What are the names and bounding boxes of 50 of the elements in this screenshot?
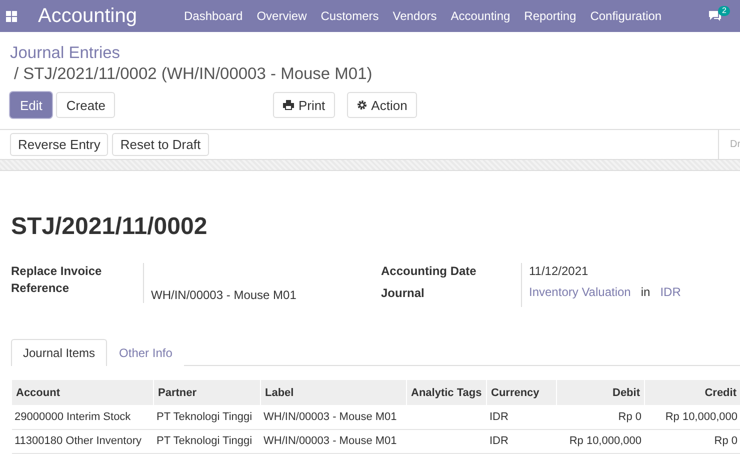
field-label: Accounting Date [381,263,478,280]
printer-icon [283,100,294,110]
column-header[interactable]: Analytic Tags [406,380,486,405]
column-header[interactable]: Credit [644,380,740,405]
table-cell: Rp 0 [556,405,644,429]
column-header[interactable]: Debit [556,380,644,405]
gear-icon [357,100,368,110]
table-cell: PT Teknologi Tinggi [154,405,260,429]
record-breadcrumb: / STJ/2021/11/0002 (WH/IN/00003 - Mouse M01) [14,64,374,85]
edit-button[interactable]: Edit [10,92,52,118]
column-header[interactable]: Partner [154,380,260,405]
menu-item[interactable]: Overview [256,9,307,23]
menu-item[interactable]: Vendors [392,9,437,23]
menu-item[interactable]: Customers [320,9,379,23]
currency-link[interactable]: IDR [660,285,681,299]
table-cell: IDR [486,429,556,453]
table-cell: 11300180 Other Inventory [12,429,154,453]
table-cell: WH/IN/00003 - Mouse M01 [260,405,406,429]
field-value: 11/12/2021 [529,263,590,280]
print-button[interactable]: Print [273,92,336,118]
menu-item[interactable]: Configuration [590,9,662,23]
field-label: Journal [381,285,426,302]
record-title: STJ/2021/11/0002 [11,212,208,242]
app-name: Accounting [38,4,138,28]
status-action-button[interactable]: Reverse Entry [10,133,108,156]
status-action-button[interactable]: Reset to Draft [112,133,209,156]
table-cell: IDR [486,405,556,429]
table-cell: Rp 10,000,000 [556,429,644,453]
action-button[interactable]: Action [347,92,418,118]
field-text: in [640,285,650,299]
create-button[interactable]: Create [56,92,116,118]
field-label: Replace Invoice Reference [11,263,103,297]
menu-item[interactable]: Reporting [524,9,576,23]
chat-icon[interactable] [708,10,722,22]
breadcrumb-link[interactable]: Journal Entries [10,43,730,63]
menu-item[interactable]: Dashboard [184,9,243,23]
apps-menu-icon[interactable] [6,10,17,22]
tab[interactable]: Journal Items [11,339,108,366]
message-count-badge: 2 [718,6,730,16]
field-value: WH/IN/00003 - Mouse M01 [151,288,296,302]
menu-item[interactable]: Accounting [450,9,510,23]
table-cell: Rp 10,000,000 [644,405,740,429]
journal-link[interactable]: Inventory Valuation [529,285,631,299]
table-cell: WH/IN/00003 - Mouse M01 [260,429,406,453]
column-header[interactable]: Account [12,380,154,405]
table-cell: PT Teknologi Tinggi [154,429,260,453]
table-cell: 29000000 Interim Stock [12,405,154,429]
column-header[interactable]: Currency [486,380,556,405]
table-cell: Rp 0 [644,429,740,453]
column-header[interactable]: Label [260,380,406,405]
